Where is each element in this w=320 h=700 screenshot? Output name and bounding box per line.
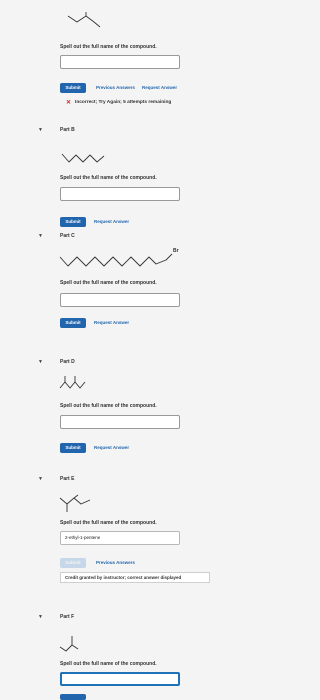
part-d-prompt: Spell out the full name of the compound. xyxy=(60,403,157,409)
structure-part-a xyxy=(67,12,101,28)
part-d-submit-button[interactable]: Submit xyxy=(60,443,86,453)
part-f-submit-button[interactable] xyxy=(60,694,86,700)
chevron-down-icon[interactable]: ▼ xyxy=(38,233,43,239)
part-e-submit-button[interactable]: Submit xyxy=(60,558,86,568)
part-a-prompt: Spell out the full name of the compound. xyxy=(60,44,157,50)
chevron-down-icon[interactable]: ▼ xyxy=(38,476,43,482)
part-b-submit-button[interactable]: Submit xyxy=(60,217,86,227)
part-c-prompt: Spell out the full name of the compound. xyxy=(60,280,157,286)
part-e-answer-display: 2-ethyl-1-pentene xyxy=(60,531,180,545)
structure-part-f xyxy=(59,636,79,652)
part-b-answer-input[interactable] xyxy=(60,187,180,201)
part-e-previous-answers-link[interactable]: Previous Answers xyxy=(96,560,135,565)
part-c-answer-input[interactable] xyxy=(60,293,180,307)
part-f-answer-input[interactable] xyxy=(60,672,180,686)
part-e-prompt: Spell out the full name of the compound. xyxy=(60,520,157,526)
part-b-title[interactable]: Part B xyxy=(60,127,75,133)
chevron-down-icon[interactable]: ▼ xyxy=(38,614,43,620)
part-c-title[interactable]: Part C xyxy=(60,233,75,239)
part-a-feedback: Incorrect; Try Again; 5 attempts remaini… xyxy=(75,100,172,105)
part-a-answer-input[interactable] xyxy=(60,55,180,69)
part-e-title[interactable]: Part E xyxy=(60,476,74,482)
part-d-title[interactable]: Part D xyxy=(60,359,75,365)
chevron-down-icon[interactable]: ▼ xyxy=(38,359,43,365)
part-c-atom-label: Br xyxy=(173,248,179,254)
part-f-prompt: Spell out the full name of the compound. xyxy=(60,661,157,667)
part-d-request-answer-link[interactable]: Request Answer xyxy=(94,445,129,450)
part-b-request-answer-link[interactable]: Request Answer xyxy=(94,219,129,224)
chevron-down-icon[interactable]: ▼ xyxy=(38,127,43,133)
x-icon: ✕ xyxy=(66,100,72,106)
part-f-title[interactable]: Part F xyxy=(60,614,74,620)
structure-part-c xyxy=(59,253,173,267)
structure-part-d xyxy=(59,376,86,389)
structure-part-b xyxy=(61,153,105,163)
part-c-submit-button[interactable]: Submit xyxy=(60,318,86,328)
part-a-submit-button[interactable]: Submit xyxy=(60,83,86,93)
part-a-previous-answers-link[interactable]: Previous Answers xyxy=(96,85,135,90)
structure-part-e xyxy=(59,494,91,512)
part-e-credit-message: Credit granted by instructor; correct an… xyxy=(60,572,210,583)
part-d-answer-input[interactable] xyxy=(60,415,180,429)
part-b-prompt: Spell out the full name of the compound. xyxy=(60,175,157,181)
part-c-request-answer-link[interactable]: Request Answer xyxy=(94,320,129,325)
part-a-request-answer-link[interactable]: Request Answer xyxy=(142,85,177,90)
